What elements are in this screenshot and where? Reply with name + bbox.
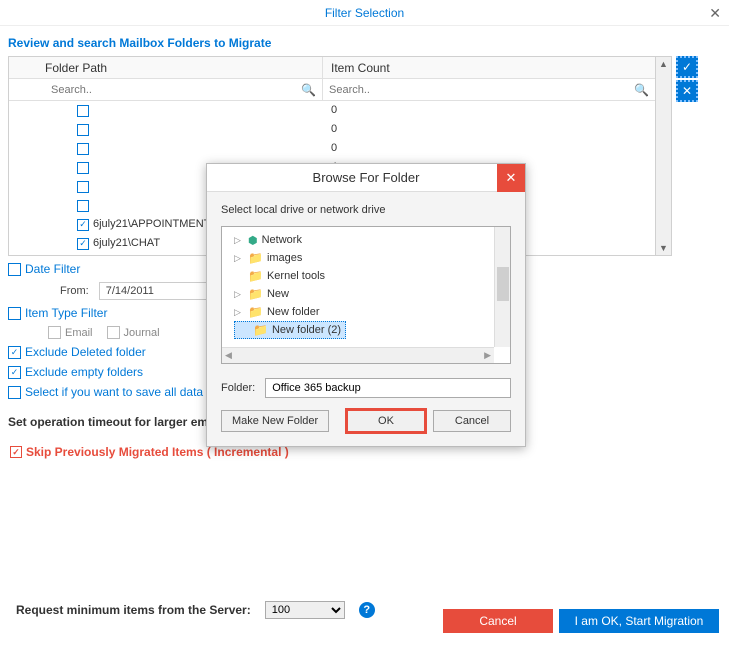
request-label: Request minimum items from the Server: bbox=[16, 603, 251, 617]
tree-node-label: Kernel tools bbox=[267, 270, 325, 282]
checkbox-icon[interactable] bbox=[77, 124, 89, 136]
check-all-button[interactable]: ✓ bbox=[676, 56, 698, 78]
folder-path-text: 6july21\APPOINTMENT bbox=[93, 215, 210, 234]
folder-path-text bbox=[93, 196, 117, 215]
folder-tree[interactable]: ▷ ⬢ Network ▷ 📁 images 📁 Kernel tools ▷ 📁 New ▷ 📁 New… bbox=[221, 226, 511, 364]
tree-node[interactable]: ▷ 📁 New folder bbox=[228, 303, 504, 321]
expander-icon[interactable]: ▷ bbox=[234, 235, 244, 246]
folder-path-text bbox=[93, 139, 117, 158]
tree-node-label: New bbox=[267, 288, 289, 300]
tree-node[interactable]: 📁 New folder (2) bbox=[234, 321, 346, 339]
tree-node-label: Network bbox=[262, 234, 302, 246]
folder-icon: 📁 bbox=[248, 305, 263, 319]
request-select[interactable]: 100 bbox=[265, 601, 345, 619]
folder-path-text: 6july21\CONTACT bbox=[93, 253, 183, 255]
tree-node[interactable]: ▷ 📁 images bbox=[228, 249, 504, 267]
checkbox-icon bbox=[8, 263, 21, 276]
journal-checkbox[interactable]: Journal bbox=[107, 326, 160, 339]
col-item-count[interactable]: Item Count bbox=[323, 57, 655, 78]
scroll-up-icon[interactable]: ▲ bbox=[659, 59, 668, 69]
folder-label: Folder: bbox=[221, 382, 255, 394]
dialog-title: Browse For Folder bbox=[313, 170, 420, 185]
footer-buttons: Cancel I am OK, Start Migration bbox=[443, 609, 719, 633]
skip-migrated-checkbox[interactable]: Skip Previously Migrated Items ( Increme… bbox=[10, 445, 719, 459]
folder-path-text bbox=[93, 120, 117, 139]
help-icon[interactable]: ? bbox=[359, 602, 375, 618]
start-migration-button[interactable]: I am OK, Start Migration bbox=[559, 609, 719, 633]
review-label: Review and search Mailbox Folders to Mig… bbox=[8, 36, 721, 50]
grid-scrollbar[interactable]: ▲ ▼ bbox=[656, 56, 672, 256]
checkbox-icon bbox=[8, 346, 21, 359]
uncheck-all-button[interactable]: ✕ bbox=[676, 80, 698, 102]
table-row[interactable]: 0 bbox=[9, 120, 655, 139]
checkbox-icon[interactable] bbox=[77, 143, 89, 155]
folder-icon: 📁 bbox=[248, 269, 263, 283]
request-row: Request minimum items from the Server: 1… bbox=[16, 601, 375, 619]
browse-folder-dialog: Browse For Folder ✕ Select local drive o… bbox=[206, 163, 526, 447]
item-count-text: 0 bbox=[323, 101, 655, 120]
folder-path-text: 6july21\CHAT bbox=[93, 234, 160, 253]
scroll-right-icon[interactable]: ▶ bbox=[484, 350, 491, 361]
dialog-ok-button[interactable]: OK bbox=[347, 410, 425, 432]
tree-node[interactable]: 📁 Kernel tools bbox=[228, 267, 504, 285]
checkbox-icon[interactable] bbox=[77, 181, 89, 193]
dialog-prompt: Select local drive or network drive bbox=[221, 204, 511, 216]
col-folder-path[interactable]: Folder Path bbox=[9, 57, 323, 78]
checkbox-icon[interactable] bbox=[77, 200, 89, 212]
tree-node[interactable]: ▷ 📁 New bbox=[228, 285, 504, 303]
folder-path-text bbox=[93, 177, 117, 196]
grid-search-row: 🔍 🔍 bbox=[9, 79, 655, 101]
email-checkbox[interactable]: Email bbox=[48, 326, 93, 339]
scroll-left-icon[interactable]: ◀ bbox=[225, 350, 232, 361]
tree-node[interactable]: ▷ ⬢ Network bbox=[228, 231, 504, 249]
checkbox-icon bbox=[8, 307, 21, 320]
dialog-cancel-button[interactable]: Cancel bbox=[433, 410, 511, 432]
tree-hscrollbar[interactable]: ◀ ▶ bbox=[222, 347, 494, 363]
expander-icon[interactable]: ▷ bbox=[234, 253, 244, 264]
expander-icon[interactable]: ▷ bbox=[234, 289, 244, 300]
item-count-text: 0 bbox=[323, 120, 655, 139]
checkbox-icon bbox=[10, 446, 22, 458]
grid-header: Folder Path Item Count bbox=[9, 57, 655, 79]
tree-node-label: images bbox=[267, 252, 302, 264]
checkbox-icon bbox=[8, 366, 21, 379]
expander-icon[interactable]: ▷ bbox=[234, 307, 244, 318]
close-icon[interactable]: ✕ bbox=[709, 0, 721, 26]
checkbox-icon bbox=[8, 386, 21, 399]
tree-scrollbar[interactable] bbox=[494, 227, 510, 347]
scroll-down-icon[interactable]: ▼ bbox=[659, 243, 668, 253]
folder-path-text bbox=[93, 158, 117, 177]
checkbox-icon[interactable] bbox=[77, 105, 89, 117]
tree-node-label: New folder (2) bbox=[272, 324, 341, 336]
from-label: From: bbox=[60, 285, 89, 297]
search-item-count[interactable] bbox=[323, 84, 655, 96]
dialog-titlebar: Browse For Folder ✕ bbox=[207, 164, 525, 192]
table-row[interactable]: 0 bbox=[9, 101, 655, 120]
folder-icon: 📁 bbox=[248, 251, 263, 265]
folder-name-input[interactable] bbox=[265, 378, 511, 398]
folder-path-text bbox=[93, 101, 117, 120]
checkbox-icon[interactable] bbox=[77, 162, 89, 174]
folder-icon: 📁 bbox=[248, 287, 263, 301]
window-title: Filter Selection bbox=[325, 6, 404, 20]
window-titlebar: Filter Selection ✕ bbox=[0, 0, 729, 26]
search-icon[interactable]: 🔍 bbox=[634, 83, 649, 97]
item-count-text: 0 bbox=[323, 139, 655, 158]
cancel-button[interactable]: Cancel bbox=[443, 609, 553, 633]
search-icon[interactable]: 🔍 bbox=[301, 83, 316, 97]
checkbox-icon[interactable] bbox=[77, 219, 89, 231]
tree-node-label: New folder bbox=[267, 306, 320, 318]
make-new-folder-button[interactable]: Make New Folder bbox=[221, 410, 329, 432]
dialog-close-button[interactable]: ✕ bbox=[497, 164, 525, 192]
item-type-filter-label: Item Type Filter bbox=[25, 306, 107, 320]
checkbox-icon[interactable] bbox=[77, 238, 89, 250]
network-icon: ⬢ bbox=[248, 234, 258, 247]
table-row[interactable]: 0 bbox=[9, 139, 655, 158]
date-from-input[interactable] bbox=[99, 282, 209, 300]
search-folder-path[interactable] bbox=[45, 84, 322, 96]
date-filter-label: Date Filter bbox=[25, 262, 80, 276]
folder-icon: 📁 bbox=[253, 323, 268, 337]
folder-input-row: Folder: bbox=[221, 378, 511, 398]
